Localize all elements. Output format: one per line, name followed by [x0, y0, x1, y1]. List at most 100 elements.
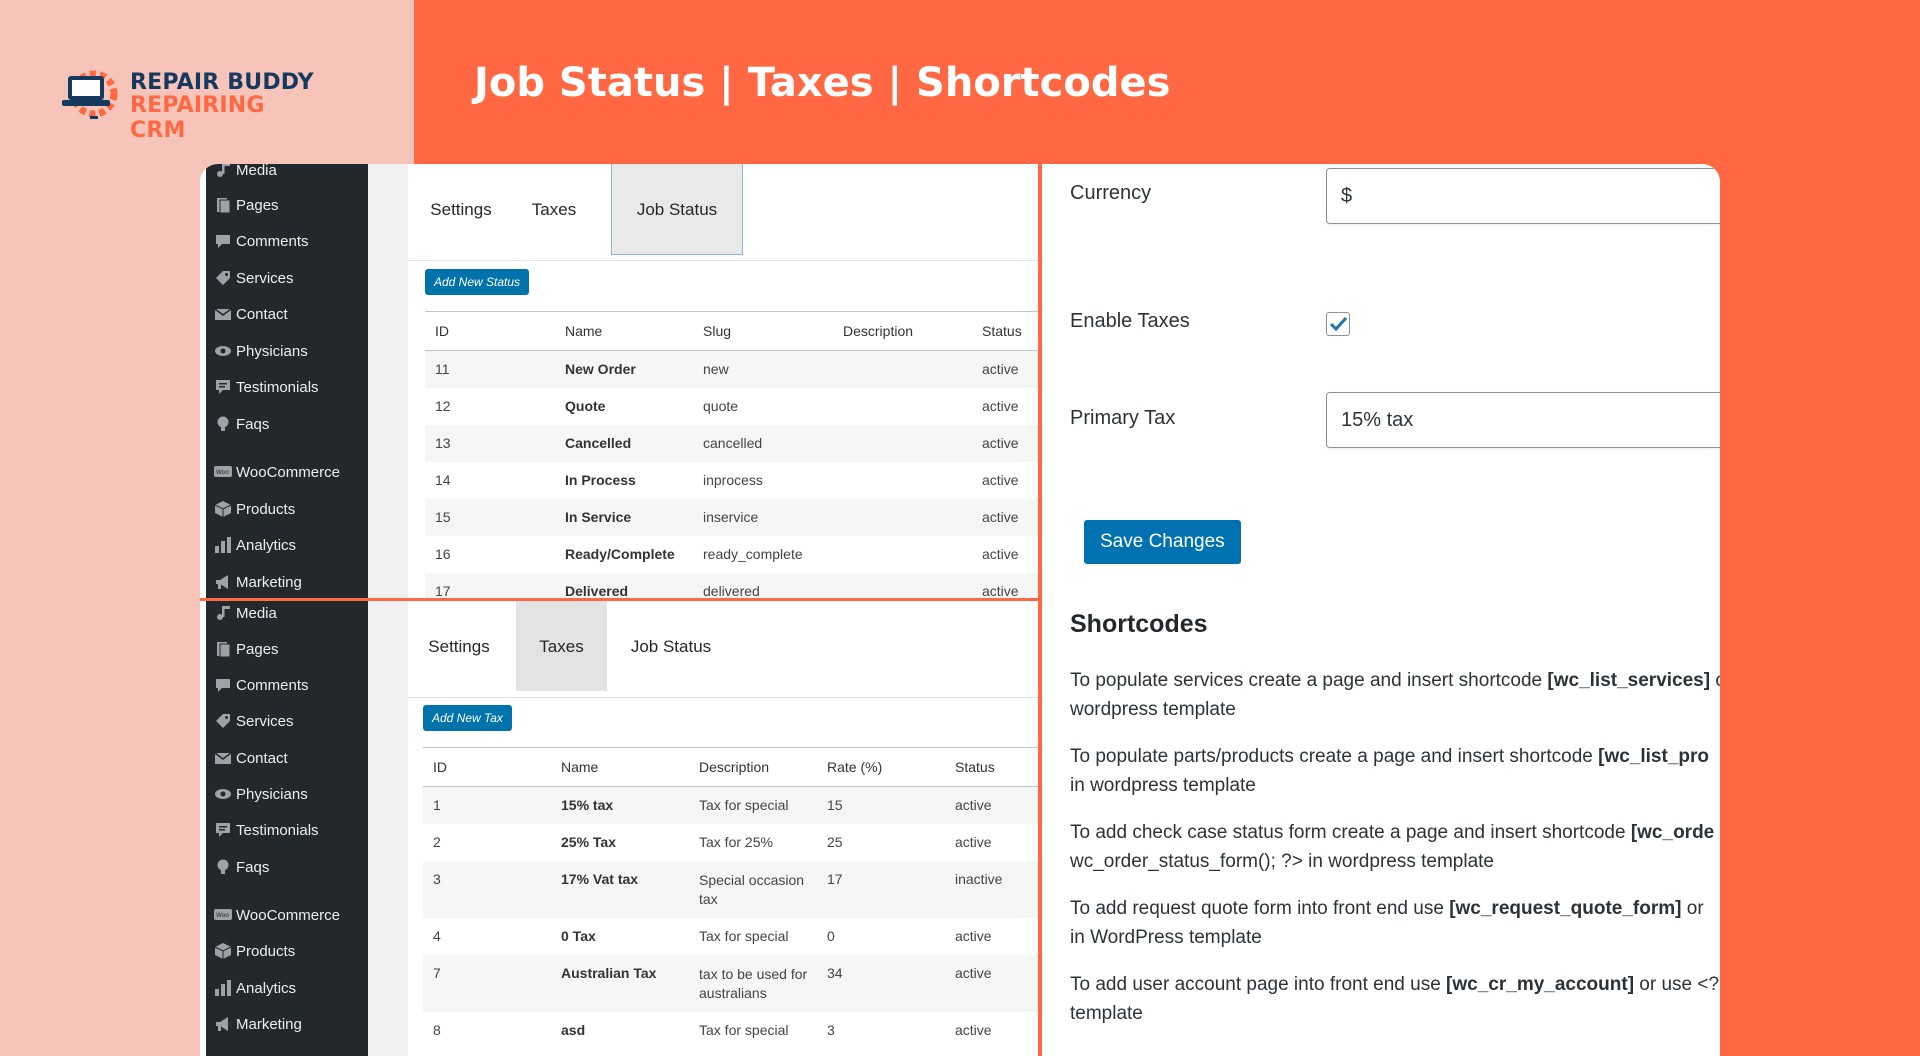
table-row[interactable]: 2 25% Tax Tax for 25% 25 active — [423, 824, 1038, 861]
sidebar-item-label: WooCommerce — [236, 907, 340, 924]
tab-job-status[interactable]: Job Status — [630, 601, 712, 691]
sidebar-item-services[interactable]: Services — [206, 264, 368, 294]
sidebar-item-physicians[interactable]: Physicians — [206, 780, 368, 810]
testimonials-icon — [216, 823, 230, 837]
table-row[interactable]: 3 17% Vat tax Special occasion tax 17 in… — [423, 860, 1038, 918]
currency-input[interactable]: $ — [1326, 168, 1720, 224]
sidebar-item-pages[interactable]: Pages — [206, 191, 368, 221]
sidebar-item-marketing[interactable]: Marketing — [206, 1010, 368, 1040]
sidebar-item-comments[interactable]: Comments — [206, 671, 368, 701]
sidebar-item-analytics[interactable]: Analytics — [206, 531, 368, 561]
gear-laptop-icon — [62, 70, 118, 119]
column-header: Description — [833, 311, 972, 351]
sidebar-item-media[interactable]: Media — [206, 601, 368, 629]
table-row[interactable]: 13 Cancelled cancelled active — [425, 424, 1038, 462]
table-row[interactable]: 8 asd Tax for special 3 active — [423, 1012, 1038, 1049]
taxes-panel: Media Pages Comments Services Contact Ph… — [200, 601, 1038, 1056]
add-new-status-button[interactable]: Add New Status — [425, 269, 530, 295]
sidebar-item-products[interactable]: Products — [206, 495, 368, 525]
sidebar-item-contact[interactable]: Contact — [206, 744, 368, 774]
pages-icon — [217, 198, 231, 214]
sidebar-item-label: Media — [236, 164, 277, 179]
settings-panel: Currency $ Enable Taxes Primary Tax 15% … — [1042, 164, 1720, 1056]
shortcode-quote-form-text: To add request quote form into front end… — [1070, 898, 1704, 948]
sidebar-item-analytics[interactable]: Analytics — [206, 974, 368, 1004]
tab-job-status[interactable]: Job Status — [611, 164, 743, 255]
sidebar-item-testimonials[interactable]: Testimonials — [206, 373, 368, 403]
sidebar-item-marketing[interactable]: Marketing — [206, 568, 368, 598]
sidebar-item-label: Contact — [236, 306, 288, 323]
sidebar-item-label: Physicians — [236, 786, 308, 803]
marketing-icon — [216, 1017, 228, 1031]
sidebar-item-contact[interactable]: Contact — [206, 300, 368, 330]
sidebar-item-label: Physicians — [236, 343, 308, 360]
services-icon — [216, 271, 230, 285]
sidebar-item-label: Faqs — [236, 416, 270, 433]
table-row[interactable]: 15 In Service inservice active — [425, 498, 1038, 536]
tab-settings[interactable]: Settings — [424, 164, 498, 254]
column-header: Description — [689, 747, 817, 787]
table-row[interactable]: 12 Quote quote active — [425, 388, 1038, 425]
primary-tax-select[interactable]: 15% tax — [1326, 392, 1720, 448]
wp-admin-sidebar: Media Pages Comments Services Contact Ph… — [206, 601, 368, 1056]
table-row[interactable]: 17 Delivered delivered active — [425, 572, 1038, 600]
taxes-content: Settings Taxes Job Status Add New Tax ID… — [408, 601, 1038, 1056]
job-status-panel: Media Pages Comments Services Contact Ph… — [200, 164, 1038, 600]
media-icon — [217, 606, 230, 620]
sidebar-item-label: Analytics — [236, 537, 297, 554]
marketing-icon — [216, 575, 228, 589]
sidebar-item-testimonials[interactable]: Testimonials — [206, 816, 368, 846]
enable-taxes-checkbox[interactable] — [1326, 312, 1350, 336]
add-new-tax-button[interactable]: Add New Tax — [423, 705, 512, 731]
svg-text:Woo: Woo — [216, 912, 229, 919]
table-row[interactable]: 11 New Order new active — [425, 350, 1038, 388]
job-status-content: Settings Taxes Job Status Add New Status… — [408, 164, 1038, 600]
sidebar-item-label: Products — [236, 501, 296, 518]
products-icon — [214, 501, 232, 517]
job-status-table: ID Name Slug Description Status 11 New O… — [425, 311, 1038, 600]
contact-icon — [214, 308, 232, 320]
table-row[interactable]: 16 Ready/Complete ready_complete active — [425, 536, 1038, 573]
column-header: ID — [425, 311, 555, 351]
sidebar-item-label: Services — [236, 270, 294, 287]
sidebar-item-comments[interactable]: Comments — [206, 227, 368, 257]
sidebar-item-label: Pages — [236, 197, 279, 214]
sidebar-item-pages[interactable]: Pages — [206, 635, 368, 665]
tab-taxes[interactable]: Taxes — [524, 164, 584, 254]
sidebar-item-services[interactable]: Services — [206, 707, 368, 737]
table-row[interactable]: 7 Australian Tax tax to be used for aust… — [423, 954, 1038, 1012]
sidebar-item-woocommerce[interactable]: Woo WooCommerce — [206, 458, 368, 488]
faqs-icon — [217, 859, 229, 874]
sidebar-item-products[interactable]: Products — [206, 937, 368, 967]
shortcode-products-text: To populate parts/products create a page… — [1070, 746, 1709, 796]
sidebar-item-label: Media — [236, 605, 277, 622]
table-row[interactable]: 1 15% tax Tax for special 15 active — [423, 786, 1038, 824]
contact-icon — [214, 752, 232, 764]
table-row[interactable]: 4 0 Tax Tax for special 0 active — [423, 918, 1038, 955]
tab-taxes[interactable]: Taxes — [516, 601, 607, 691]
table-row[interactable]: 14 In Process inprocess active — [425, 462, 1038, 499]
sidebar-item-physicians[interactable]: Physicians — [206, 337, 368, 367]
sidebar-item-label: Testimonials — [236, 379, 319, 396]
woocommerce-icon: Woo — [214, 909, 232, 920]
sidebar-item-label: WooCommerce — [236, 464, 340, 481]
brand-tagline: REPAIRING CRM — [130, 93, 265, 143]
primary-tax-label: Primary Tax — [1070, 407, 1176, 429]
wp-admin-sidebar: Media Pages Comments Services Contact Ph… — [206, 164, 368, 600]
save-changes-button[interactable]: Save Changes — [1084, 520, 1241, 564]
tab-settings[interactable]: Settings — [422, 601, 496, 691]
admin-gutter — [368, 601, 408, 1056]
sidebar-item-label: Marketing — [236, 1016, 302, 1033]
media-icon — [217, 164, 230, 177]
sidebar-item-label: Products — [236, 943, 296, 960]
shortcode-status-form-text: To add check case status form create a p… — [1070, 822, 1715, 872]
sidebar-item-media[interactable]: Media — [206, 164, 368, 186]
sidebar-item-faqs[interactable]: Faqs — [206, 853, 368, 883]
sidebar-item-faqs[interactable]: Faqs — [206, 410, 368, 440]
enable-taxes-label: Enable Taxes — [1070, 310, 1190, 332]
products-icon — [214, 943, 232, 959]
faqs-icon — [217, 416, 229, 431]
sidebar-item-label: Comments — [236, 233, 309, 250]
currency-label: Currency — [1070, 182, 1152, 204]
sidebar-item-woocommerce[interactable]: Woo WooCommerce — [206, 901, 368, 931]
